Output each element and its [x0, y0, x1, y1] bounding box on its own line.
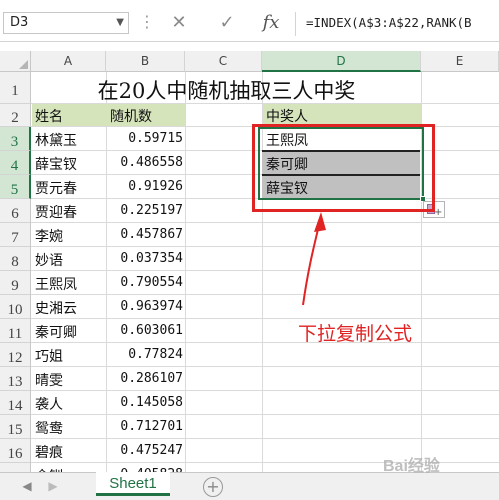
watermark: Bai经验: [383, 458, 440, 475]
previous-sheet-icon[interactable]: ◀: [20, 477, 34, 495]
annotation-arrow: [302, 212, 326, 306]
add-sheet-icon[interactable]: +: [203, 477, 223, 497]
sheet-tab[interactable]: Sheet1: [96, 472, 170, 496]
next-sheet-icon[interactable]: ▶: [46, 477, 60, 495]
annotation-text: 下拉复制公式: [298, 323, 413, 345]
sheet-tab-bar: ◀ ▶ Sheet1 +: [0, 472, 499, 500]
